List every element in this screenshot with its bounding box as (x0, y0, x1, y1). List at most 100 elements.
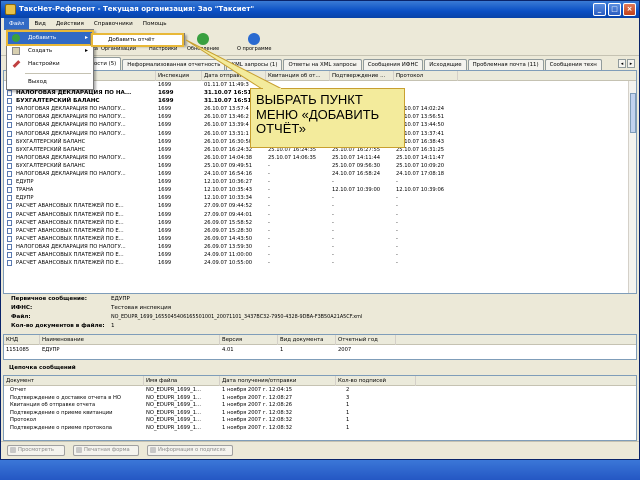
cell-sent: 12.10.07 10:36:27 (204, 179, 253, 186)
table-row[interactable]: РАСЧЕТ АВАНСОВЫХ ПЛАТЕЖЕЙ ПО Е... 1699 26.… (4, 219, 630, 227)
tool-update[interactable]: Обновление (187, 33, 219, 52)
table-row[interactable]: РАСЧЕТ АВАНСОВЫХ ПЛАТЕЖЕЙ ПО Е... 1699 24.… (4, 251, 630, 259)
table-row[interactable]: ЕДУПР 1699 12.10.07 10:33:34 - - - (4, 194, 630, 202)
table-row[interactable]: НАЛОГОВАЯ ДЕКЛАРАЦИЯ ПО НАЛОГУ... 1699 26.… (4, 243, 630, 251)
cell-sent: 25.10.07 09:49:51 (204, 162, 253, 169)
tab-ifns-messages[interactable]: Сообщения ИФНС (362, 59, 424, 70)
col-signatures[interactable]: Кол-во подписей (336, 376, 416, 386)
tab-informal[interactable]: Неформализованная отчетность (122, 59, 226, 70)
menu-help[interactable]: Помощь (138, 18, 172, 30)
cell-receipt: - (268, 260, 270, 267)
cell-confirm: - (332, 243, 334, 250)
col-knd[interactable]: КНД (4, 335, 40, 345)
col-doc-name[interactable]: Наименование (40, 335, 220, 345)
col-file-name[interactable]: Имя файла (144, 376, 220, 386)
cell-insp: 1699 (158, 203, 172, 210)
cell-receipt: - (268, 211, 270, 218)
col-document[interactable]: Документ (4, 376, 144, 386)
view-button[interactable]: Просмотреть (7, 445, 65, 456)
chain-row[interactable]: Подтверждение о доставке отчета в НО NO_E… (4, 395, 634, 403)
document-icon (7, 114, 12, 121)
menu-item-settings[interactable]: Настройки (8, 58, 92, 70)
cell-protocol: 24.10.07 17:08:18 (396, 171, 445, 178)
chain-cell: 1 (346, 402, 350, 408)
tab-strip: ости (5) Неформализованная отчетность XM… (1, 57, 639, 70)
menu-item-exit[interactable]: Выход (8, 76, 92, 88)
cell-insp: 1699 (158, 122, 172, 129)
col-version[interactable]: Версия (220, 335, 278, 345)
scroll-thumb[interactable] (630, 93, 636, 133)
table-row[interactable]: РАСЧЕТ АВАНСОВЫХ ПЛАТЕЖЕЙ ПО Е... 1699 26.… (4, 235, 630, 243)
chain-row[interactable]: Квитанция об отправке отчета NO_EDUPR_169… (4, 402, 634, 410)
cell-insp: 1699 (158, 235, 172, 242)
table-row[interactable]: РАСЧЕТ АВАНСОВЫХ ПЛАТЕЖЕЙ ПО Е... 1699 27.… (4, 211, 630, 219)
cell-sent: 26.10.07 14:04:38 (204, 154, 253, 161)
signature-info-button[interactable]: Информация о подписях (147, 445, 233, 456)
cell-name: БУХГАЛТЕРСКИЙ БАЛАНС (16, 146, 86, 153)
tab-xml-requests[interactable]: XML запросы (1) (226, 59, 283, 70)
cell-receipt: - (268, 187, 270, 194)
chain-cell: Подтверждение о приеме квитанции (10, 409, 113, 416)
cell-confirm: - (332, 211, 334, 218)
table-row[interactable]: РАСЧЕТ АВАНСОВЫХ ПЛАТЕЖЕЙ ПО Е... 1699 26.… (4, 227, 630, 235)
col-receipt[interactable]: Квитанция об от... (266, 71, 330, 81)
cell-receipt: - (268, 179, 270, 186)
tab-scroll-right-icon[interactable]: ▸ (627, 59, 635, 68)
menu-item-add-report[interactable]: Добавить отчёт (91, 33, 184, 47)
create-icon (12, 47, 20, 55)
table-row[interactable]: НАЛОГОВАЯ ДЕКЛАРАЦИЯ ПО НАЛОГУ... 1699 24.… (4, 170, 630, 178)
menu-item-create[interactable]: Создать ▸ (8, 45, 92, 57)
cell-sent: 26.09.07 15:28:30 (204, 227, 253, 234)
table-row[interactable]: ЕДУПР 1699 12.10.07 10:36:27 - - - (4, 178, 630, 186)
tool-about[interactable]: О программе (237, 33, 272, 52)
menu-references[interactable]: Справочники (89, 18, 138, 30)
tab-scroll-left-icon[interactable]: ◂ (618, 59, 626, 68)
col-confirmation[interactable]: Подтверждение ... (330, 71, 394, 81)
maximize-button[interactable]: □ (608, 3, 621, 16)
print-form-button[interactable]: Печатная форма (73, 445, 139, 456)
chain-row[interactable]: Подтверждение о приеме квитанции NO_EDUPR… (4, 410, 634, 418)
cell-receipt: - (268, 162, 270, 169)
table-row[interactable]: РАСЧЕТ АВАНСОВЫХ ПЛАТЕЖЕЙ ПО Е... 1699 27.… (4, 202, 630, 210)
cell-name: РАСЧЕТ АВАНСОВЫХ ПЛАТЕЖЕЙ ПО Е... (16, 227, 124, 234)
tab-problem-mail[interactable]: Проблемная почта (11) (467, 59, 544, 70)
chain-cell: NO_EDUPR_1699_1... (146, 394, 201, 401)
document-row[interactable]: 1151085 ЕДУПР 4.01 1 2007 (4, 346, 630, 354)
cell-sent: 26.10.07 16:24:32 (204, 146, 253, 153)
document-icon (7, 138, 12, 145)
tab-tech-messages[interactable]: Сообщения техн (544, 59, 602, 70)
col-sent-date[interactable]: Дата отправки (202, 71, 266, 81)
chain-row[interactable]: Протокол NO_EDUPR_1699_1... 1 ноября 2007 … (4, 417, 634, 425)
table-row[interactable]: БУХГАЛТЕРСКИЙ БАЛАНС 1699 25.10.07 09:49:5… (4, 162, 630, 170)
col-report-year[interactable]: Отчетный год (336, 335, 396, 345)
cell-receipt: - (268, 171, 270, 178)
col-doc-type[interactable]: Вид документа (278, 335, 336, 345)
tab-outgoing[interactable]: Исходящие (424, 59, 467, 70)
cell-insp: 1699 (158, 187, 172, 194)
cell-sent: 26.09.07 15:58:52 (204, 219, 253, 226)
document-table: КНД Наименование Версия Вид документа От… (3, 334, 637, 360)
cell-sent: 27.09.07 09:44:01 (204, 211, 253, 218)
col-protocol[interactable]: Протокол (394, 71, 458, 81)
cell-name: НАЛОГОВАЯ ДЕКЛАРАЦИЯ ПО НАЛОГУ... (16, 106, 126, 113)
table-scrollbar[interactable] (628, 81, 636, 293)
chain-cell: 1 ноября 2007 г. 12:08:27 (222, 394, 293, 401)
menu-item-add[interactable]: Добавить ▸ (6, 30, 94, 46)
table-row[interactable]: НАЛОГОВАЯ ДЕКЛАРАЦИЯ ПО НАЛОГУ... 1699 26.… (4, 154, 630, 162)
cell-insp: 1699 (158, 90, 174, 97)
cell-name: ТРАНА (16, 187, 34, 194)
table-row[interactable]: РАСЧЕТ АВАНСОВЫХ ПЛАТЕЖЕЙ ПО Е... 1699 24.… (4, 259, 630, 267)
chain-cell: 2 (346, 387, 350, 393)
chain-row[interactable]: Отчет NO_EDUPR_1699_1... 1 ноября 2007 г. … (4, 387, 634, 395)
cell-insp: 1699 (158, 98, 174, 105)
minimize-button[interactable]: _ (593, 3, 606, 16)
table-row[interactable]: ТРАНА 1699 12.10.07 10:35:43 - 12.10.07 10:3… (4, 186, 630, 194)
cell-sent: 24.09.07 11:00:00 (204, 251, 253, 258)
col-inspection[interactable]: Инспекция (156, 71, 202, 81)
col-date[interactable]: Дата получения/отправки (220, 376, 336, 386)
tab-xml-answers[interactable]: Ответы на XML запросы (283, 59, 362, 70)
chain-row[interactable]: Подтверждение о приеме протокола NO_EDUPR… (4, 425, 634, 433)
cell-protocol: - (396, 243, 398, 250)
cell-confirm: 24.10.07 16:58:24 (332, 171, 381, 178)
close-button[interactable]: × (623, 3, 636, 16)
